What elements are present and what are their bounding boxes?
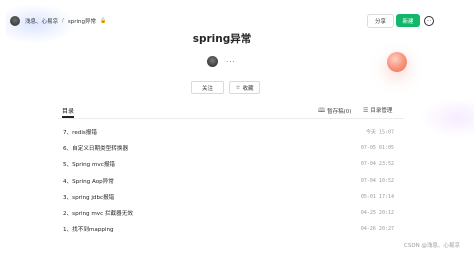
author-row: ··· [207,56,236,67]
lock-icon: 🔓 [100,18,107,24]
list-item[interactable]: 3、spring jdbc报错 05-01 17:14 [58,189,394,205]
list-item[interactable]: 5、Spring mvc报错 07-04 23:52 [58,156,394,172]
follow-button[interactable]: 关注 [191,81,224,94]
divider [58,118,404,119]
list-icon: ☰ [363,106,369,114]
more-icon[interactable]: ⋯ [424,16,434,26]
collect-button[interactable]: ☆ 收藏 [229,81,260,94]
breadcrumb: 浅息、心易凉 / spring异常 🔓 [25,17,106,25]
list-item[interactable]: 4、Spring Aop异常 07-04 10:52 [58,173,394,189]
list-item-date: 07-04 23:52 [360,161,394,168]
list-item-title[interactable]: 3、spring jdbc报错 [63,193,114,201]
list-item-title[interactable]: 1、找不到mapping [63,225,114,233]
more-dots-icon[interactable]: ··· [226,58,236,66]
list-item-date: 05-01 17:14 [360,193,394,200]
background-glow-right [420,98,474,138]
toc-manage-button[interactable]: ☰ 目录管理 [363,106,393,115]
list-item-title[interactable]: 4、Spring Aop异常 [63,177,114,185]
list-item-title[interactable]: 2、spring mvc 拦截器无效 [63,209,133,217]
list-item[interactable]: 2、spring mvc 拦截器无效 04-25 20:12 [58,205,394,221]
breadcrumb-separator: / [62,18,64,24]
author-avatar[interactable] [207,56,218,67]
list-item-title[interactable]: 5、Spring mvc报错 [63,160,115,168]
toc-list: 7、redis报错 今天 15:07 6、自定义日期类型转换器 07-05 01… [58,124,394,237]
user-avatar[interactable] [10,16,20,26]
new-button[interactable]: 新建 [396,14,420,27]
watermark: CSDN @浅息、心易凉 [404,243,460,249]
list-item-title[interactable]: 7、redis报错 [63,128,97,136]
toc-manage-label: 目录管理 [370,108,393,114]
decorative-orb [387,52,407,72]
draft-label: 暂存稿(0) [327,109,352,115]
list-item-date: 今天 15:07 [365,129,394,136]
list-item-date: 04-25 20:12 [360,210,394,217]
breadcrumb-owner[interactable]: 浅息、心易凉 [25,17,58,25]
list-item[interactable]: 6、自定义日期类型转换器 07-05 01:05 [58,140,394,156]
list-item-date: 07-04 10:52 [360,177,394,184]
star-icon: ☆ [235,84,241,91]
collect-label: 收藏 [242,85,254,92]
page-title: spring异常 [192,33,252,45]
list-item-date: 04-26 20:27 [360,226,394,233]
list-item[interactable]: 7、redis报错 今天 15:07 [58,124,394,140]
list-item-date: 07-05 01:05 [360,145,394,152]
list-item[interactable]: 1、找不到mapping 04-26 20:27 [58,221,394,237]
draft-button[interactable]: 🕮 暂存稿(0) [318,106,351,116]
list-item-title[interactable]: 6、自定义日期类型转换器 [63,144,128,152]
share-button[interactable]: 分享 [367,14,394,28]
breadcrumb-current[interactable]: spring异常 [68,17,96,25]
draft-icon: 🕮 [318,107,326,114]
tab-toc[interactable]: 目录 [62,106,74,115]
